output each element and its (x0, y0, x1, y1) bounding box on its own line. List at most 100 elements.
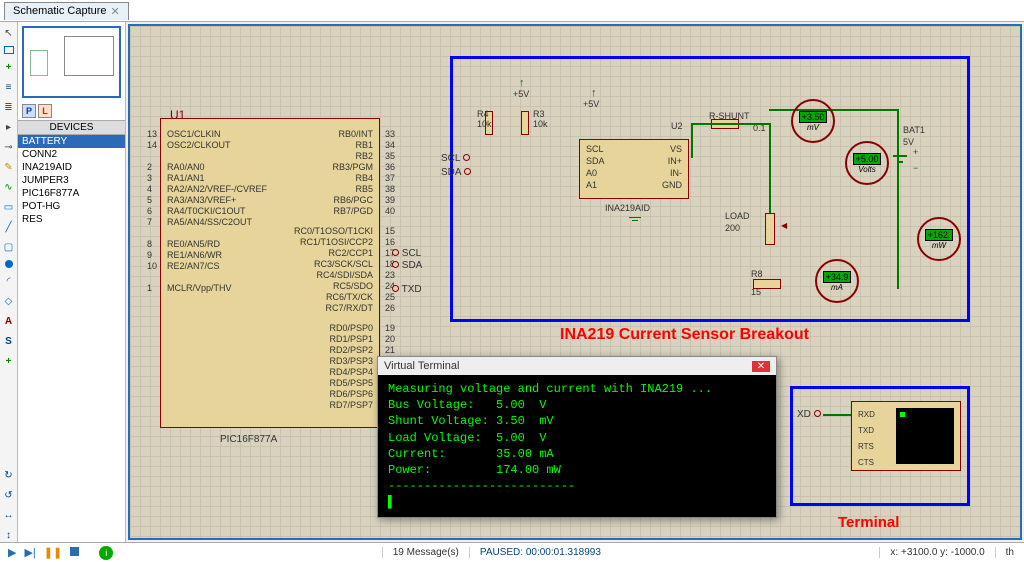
pin-number: 39 (385, 195, 395, 205)
load-val: 200 (725, 223, 740, 233)
r8-resistor[interactable] (753, 279, 781, 289)
u1-part: PIC16F877A (220, 434, 277, 445)
pin-number: 21 (385, 345, 395, 355)
picker-p-button[interactable]: P (22, 104, 36, 118)
r3-resistor[interactable] (521, 111, 529, 135)
probe-tool-icon[interactable]: ✎ (2, 160, 16, 174)
ina-sda: SDA (441, 167, 471, 178)
device-list[interactable]: BATTERY CONN2 INA219AID JUMPER3 PIC16F87… (18, 135, 125, 542)
close-icon[interactable]: ✕ (111, 5, 120, 18)
rotate-cw-icon[interactable]: ↻ (2, 468, 16, 482)
pause-button[interactable]: ❚❚ (44, 546, 62, 559)
label-tool-icon[interactable]: ≡ (2, 80, 16, 94)
part-tool-icon[interactable]: ▸ (2, 120, 16, 134)
pin-name: RE2/AN7/CS (167, 261, 220, 271)
flip-v-icon[interactable]: ↕ (2, 528, 16, 542)
list-item[interactable]: INA219AID (18, 161, 125, 174)
info-icon[interactable]: i (99, 546, 113, 560)
play-button[interactable]: ▶ (8, 546, 16, 559)
pin-number: 8 (147, 239, 152, 249)
u2-chip[interactable]: SCL SDA A0 A1 VS IN+ IN- GND (579, 139, 689, 199)
bat-ref: BAT1 (903, 125, 925, 135)
ma-meter[interactable]: +34.9 mA (815, 259, 859, 303)
pin-number: 5 (147, 195, 152, 205)
pin-number: 13 (147, 129, 157, 139)
stop-button[interactable] (70, 547, 79, 559)
overview-map[interactable] (22, 26, 121, 98)
pin-name: OSC2/CLKOUT (167, 140, 231, 150)
pin-name: RA0/AN0 (167, 162, 205, 172)
vcc-label: +5V (513, 89, 529, 99)
virtual-terminal-window[interactable]: Virtual Terminal ✕ Measuring voltage and… (377, 356, 777, 518)
generator-tool-icon[interactable]: ∿ (2, 180, 16, 194)
terminal-component[interactable]: RXD TXD RTS CTS (851, 401, 961, 471)
flip-h-icon[interactable]: ↔ (2, 508, 16, 522)
pin-name: RC5/SDO (333, 281, 373, 291)
pin-name: RA4/T0CKI/C1OUT (167, 206, 246, 216)
pin-name: RE1/AN6/WR (167, 250, 222, 260)
pin-name: RA3/AN3/VREF+ (167, 195, 236, 205)
pin-name: RC0/T1OSO/T1CKI (294, 226, 373, 236)
pin-number: 38 (385, 184, 395, 194)
list-item[interactable]: POT-HG (18, 200, 125, 213)
ina-scl: SCL (441, 153, 470, 164)
path-icon[interactable]: ◇ (2, 294, 16, 308)
terminal-screen-icon (896, 408, 954, 464)
pin-name: RB3/PGM (332, 162, 373, 172)
mv-meter[interactable]: +3.50 mV (791, 99, 835, 143)
load-ref: LOAD (725, 211, 750, 221)
pin-tool-icon[interactable]: ⊸ (2, 140, 16, 154)
close-icon[interactable]: ✕ (752, 361, 770, 372)
bat-val: 5V (903, 137, 914, 147)
step-button[interactable]: ▶| (24, 546, 35, 559)
origin-icon[interactable]: + (2, 354, 16, 368)
arc-icon[interactable]: ◜ (2, 274, 16, 288)
load-pot[interactable] (765, 213, 775, 245)
list-item[interactable]: PIC16F877A (18, 187, 125, 200)
list-item[interactable]: CONN2 (18, 148, 125, 161)
list-item[interactable]: RES (18, 213, 125, 226)
list-item[interactable]: JUMPER3 (18, 174, 125, 187)
pin-name: RB4 (355, 173, 373, 183)
left-toolbar: ↖ + ≡ ≣ ▸ ⊸ ✎ ∿ ▭ ╱ ▢ ◜ ◇ A S + ↻ ↺ ↔ ↕ (0, 22, 18, 542)
units-status: th (995, 547, 1024, 558)
v-meter[interactable]: +5.00 Volts (845, 141, 889, 185)
pin-number: 1 (147, 283, 152, 293)
rect-icon[interactable]: ▢ (2, 240, 16, 254)
vcc-label: +5V (583, 99, 599, 109)
u2-part: INA219AID (605, 203, 650, 213)
vterm-output: Measuring voltage and current with INA21… (378, 375, 776, 517)
instrument-tool-icon[interactable]: ▭ (2, 200, 16, 214)
pointer-tool-icon[interactable]: ↖ (2, 26, 16, 40)
pin-name: RB6/PGC (333, 195, 373, 205)
symbol-tool-icon[interactable]: S (2, 334, 16, 348)
gnd-icon (629, 217, 641, 221)
pin-number: 33 (385, 129, 395, 139)
rotate-ccw-icon[interactable]: ↺ (2, 488, 16, 502)
term-xd: XD (797, 409, 821, 420)
tab-schematic[interactable]: Schematic Capture ✕ (4, 2, 129, 20)
bus-tool-icon[interactable]: ≣ (2, 100, 16, 114)
text-tool-icon[interactable]: A (2, 314, 16, 328)
pin-name: RB2 (355, 151, 373, 161)
mw-meter[interactable]: +162. mW (917, 217, 961, 261)
pin-name: RC2/CCP1 (328, 248, 373, 258)
pin-number: 15 (385, 226, 395, 236)
vterm-titlebar[interactable]: Virtual Terminal ✕ (378, 357, 776, 375)
tab-label: Schematic Capture (13, 5, 107, 17)
pin-name: RD0/PSP0 (329, 323, 373, 333)
pin-name: RD4/PSP4 (329, 367, 373, 377)
pin-number: 14 (147, 140, 157, 150)
pin-number: 23 (385, 270, 395, 280)
line-icon[interactable]: ╱ (2, 220, 16, 234)
pin-name: RD3/PSP3 (329, 356, 373, 366)
picker-l-button[interactable]: L (38, 104, 52, 118)
schematic-canvas[interactable]: U1 13OSC1/CLKIN14OSC2/CLKOUT2RA0/AN03RA1… (128, 24, 1022, 540)
messages-status[interactable]: 19 Message(s) (382, 547, 469, 558)
component-tool-icon[interactable] (4, 46, 14, 54)
u1-chip[interactable]: 13OSC1/CLKIN14OSC2/CLKOUT2RA0/AN03RA1/AN… (160, 118, 380, 428)
circle-icon[interactable] (5, 260, 13, 268)
list-item[interactable]: BATTERY (18, 135, 125, 148)
r4-ref: R4 (477, 109, 489, 119)
plus-icon[interactable]: + (2, 60, 16, 74)
